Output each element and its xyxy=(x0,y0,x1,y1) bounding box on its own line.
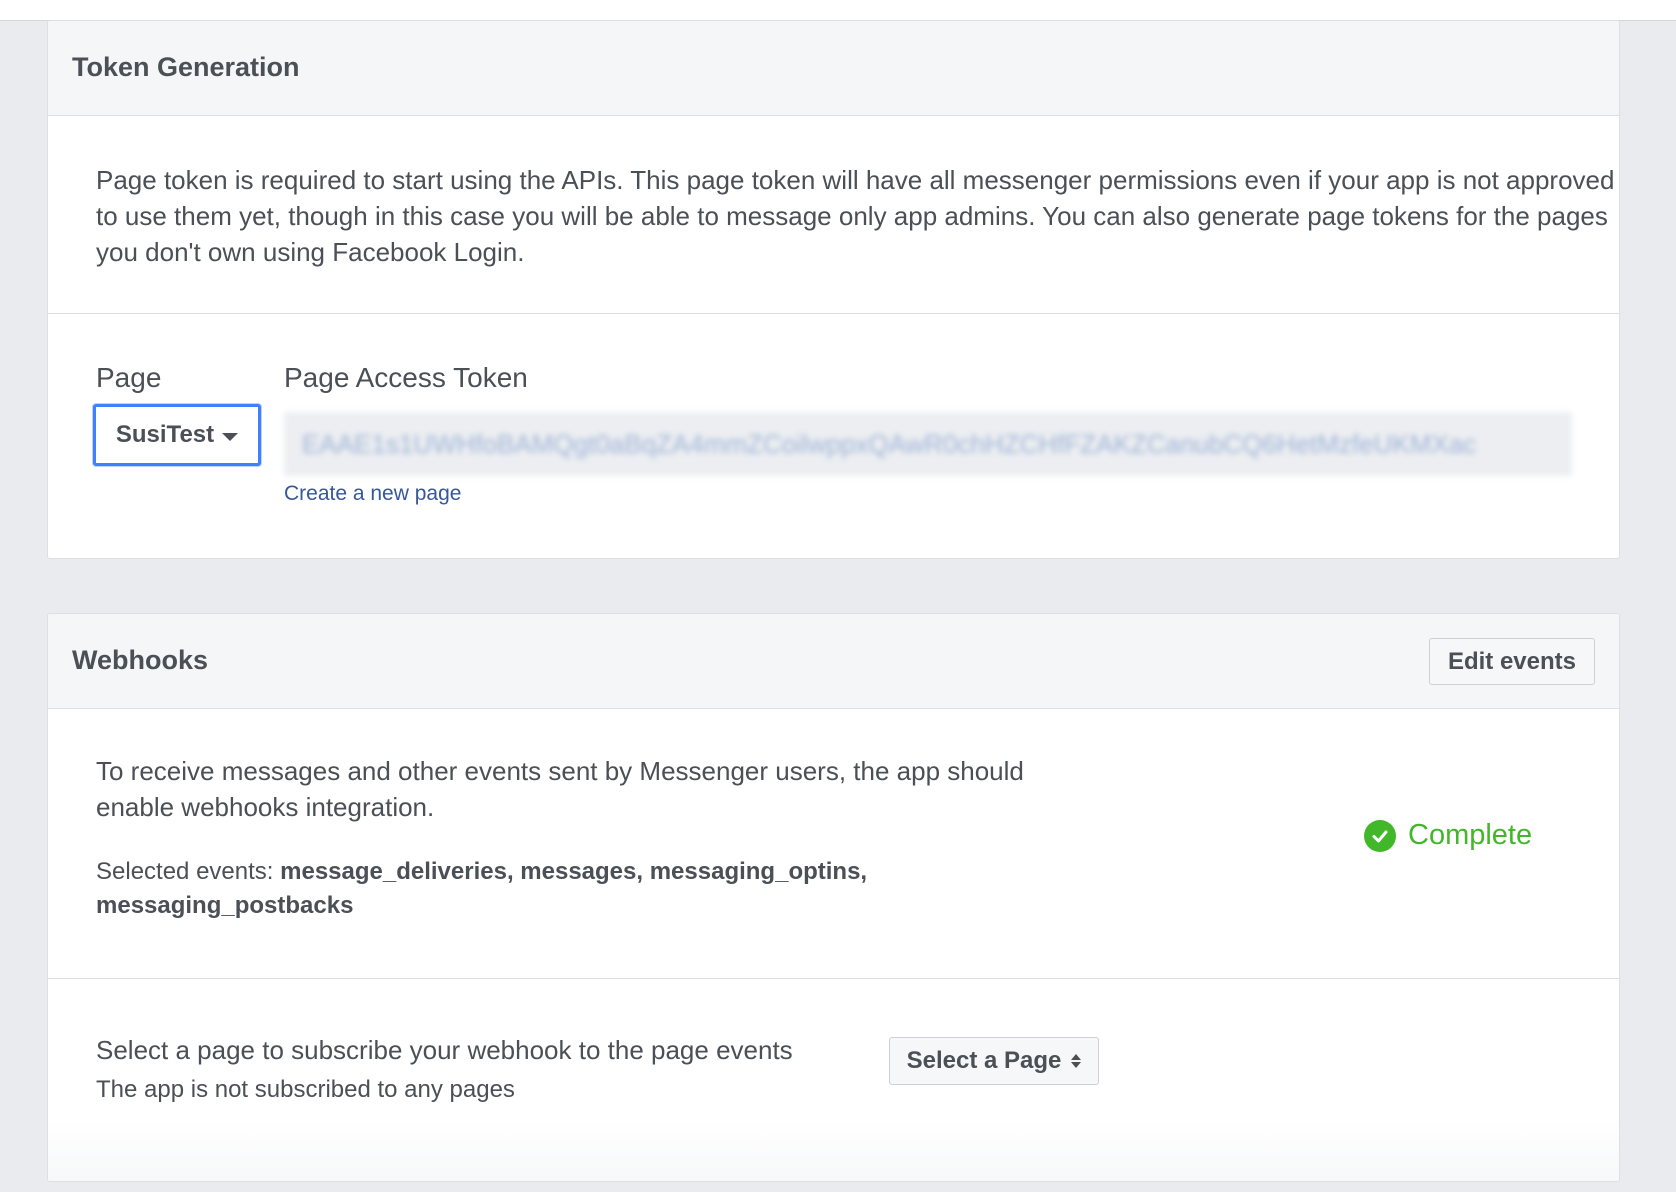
selected-events: Selected events: message_deliveries, mes… xyxy=(96,855,996,923)
page-select-value: SusiTest xyxy=(115,421,215,448)
token-description-section: Page token is required to start using th… xyxy=(48,116,1619,313)
token-fields-section: Page Page Access Token SusiTest EAAE1s1U… xyxy=(48,313,1619,558)
check-circle-icon xyxy=(1364,819,1396,852)
webhooks-description: To receive messages and other events sen… xyxy=(96,756,1024,822)
webhooks-info-section: To receive messages and other events sen… xyxy=(48,709,1619,978)
panel-title: Webhooks xyxy=(72,645,209,675)
sort-arrows-icon xyxy=(1071,1054,1082,1068)
page-select-dropdown[interactable]: SusiTest xyxy=(93,404,261,466)
select-page-dropdown[interactable]: Select a Page xyxy=(889,1037,1099,1085)
select-page-label: Select a Page xyxy=(906,1047,1062,1074)
webhooks-panel: Webhooks Edit events To receive messages… xyxy=(47,613,1620,1182)
token-label: Page Access Token xyxy=(284,362,528,393)
selected-events-label: Selected events: xyxy=(96,858,281,885)
edit-events-button[interactable]: Edit events xyxy=(1428,638,1595,685)
status-label: Complete xyxy=(1408,819,1533,851)
chevron-down-icon xyxy=(222,432,239,441)
token-generation-panel: Token Generation Page token is required … xyxy=(47,20,1620,559)
token-description: Page token is required to start using th… xyxy=(96,165,1615,267)
webhooks-header: Webhooks Edit events xyxy=(48,614,1619,709)
token-generation-header: Token Generation xyxy=(48,21,1619,116)
webhooks-status: Complete xyxy=(1364,819,1532,852)
page-access-token-field[interactable]: EAAE1s1UWHfoBAMQgt0aBqZA4mmZCoilwppxQAwR… xyxy=(284,412,1572,476)
create-new-page-link[interactable]: Create a new page xyxy=(284,482,461,506)
panel-title: Token Generation xyxy=(72,52,300,82)
subscribe-section: Select a page to subscribe your webhook … xyxy=(48,978,1619,1181)
page-label: Page xyxy=(96,362,162,393)
subscribe-status: The app is not subscribed to any pages xyxy=(96,1076,515,1103)
subscribe-text: Select a page to subscribe your webhook … xyxy=(96,1035,793,1065)
top-bar xyxy=(0,0,1676,21)
